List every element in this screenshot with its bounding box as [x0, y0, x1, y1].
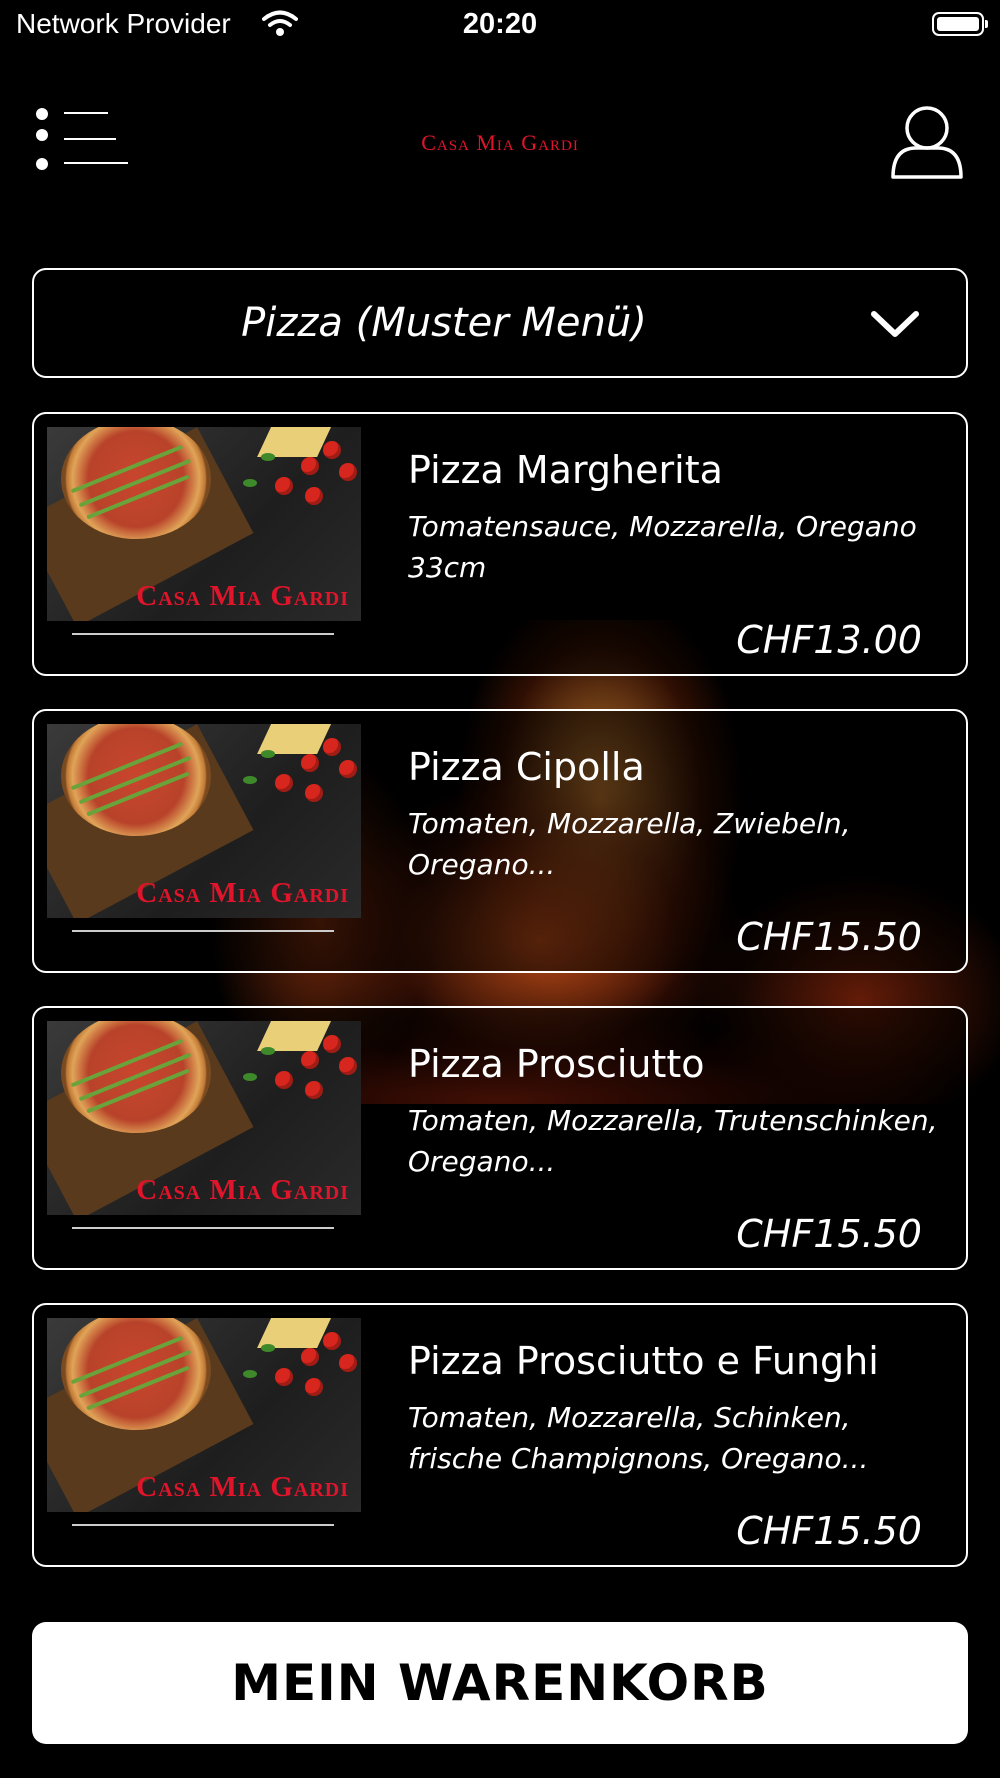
item-name: Pizza Prosciutto e Funghi [408, 1339, 879, 1383]
thumbnail-divider [72, 930, 334, 932]
item-name: Pizza Prosciutto [408, 1042, 705, 1086]
thumbnail-brand-text: Casa Mia Gardi [136, 1471, 349, 1503]
battery-icon [932, 12, 988, 36]
thumbnail-divider [72, 1227, 334, 1229]
pizza-thumbnail-image: Casa Mia Gardi [47, 724, 361, 918]
status-bar: Network Provider 20:20 [0, 0, 1000, 52]
menu-item-card[interactable]: Casa Mia Gardi Pizza Margherita Tomatens… [32, 412, 968, 676]
menu-item-card[interactable]: Casa Mia Gardi Pizza Prosciutto Tomaten,… [32, 1006, 968, 1270]
item-price: CHF15.50 [736, 1212, 922, 1256]
clock: 20:20 [462, 8, 538, 40]
item-price: CHF15.50 [736, 915, 922, 959]
pizza-thumbnail-image: Casa Mia Gardi [47, 1021, 361, 1215]
thumbnail-divider [72, 633, 334, 635]
item-description: Tomatensauce, Mozzarella, Oregano 33cm [408, 510, 917, 584]
category-select[interactable]: Pizza (Muster Menü) [32, 268, 968, 378]
menu-item-card[interactable]: Casa Mia Gardi Pizza Prosciutto e Funghi… [32, 1303, 968, 1567]
item-name: Pizza Margherita [408, 448, 723, 492]
chevron-down-icon [871, 311, 919, 337]
app-logo: Casa Mia Gardi [421, 130, 579, 155]
item-name: Pizza Cipolla [408, 745, 645, 789]
item-description: Tomaten, Mozzarella, Schinken, frische C… [408, 1401, 869, 1475]
item-description: Tomaten, Mozzarella, Trutenschinken, Ore… [408, 1104, 938, 1178]
item-price: CHF13.00 [736, 618, 922, 662]
pizza-thumbnail-image: Casa Mia Gardi [47, 427, 361, 621]
item-price: CHF15.50 [736, 1509, 922, 1553]
thumbnail-brand-text: Casa Mia Gardi [136, 877, 349, 909]
thumbnail-brand-text: Casa Mia Gardi [136, 580, 349, 612]
category-select-value: Pizza (Muster Menü) [241, 300, 647, 346]
item-description: Tomaten, Mozzarella, Zwiebeln, Oregano..… [408, 807, 851, 881]
user-profile-icon[interactable] [890, 104, 964, 180]
thumbnail-divider [72, 1524, 334, 1526]
menu-item-card[interactable]: Casa Mia Gardi Pizza Cipolla Tomaten, Mo… [32, 709, 968, 973]
cart-button[interactable]: MEIN WARENKORB [32, 1622, 968, 1744]
thumbnail-brand-text: Casa Mia Gardi [136, 1174, 349, 1206]
pizza-thumbnail-image: Casa Mia Gardi [47, 1318, 361, 1512]
